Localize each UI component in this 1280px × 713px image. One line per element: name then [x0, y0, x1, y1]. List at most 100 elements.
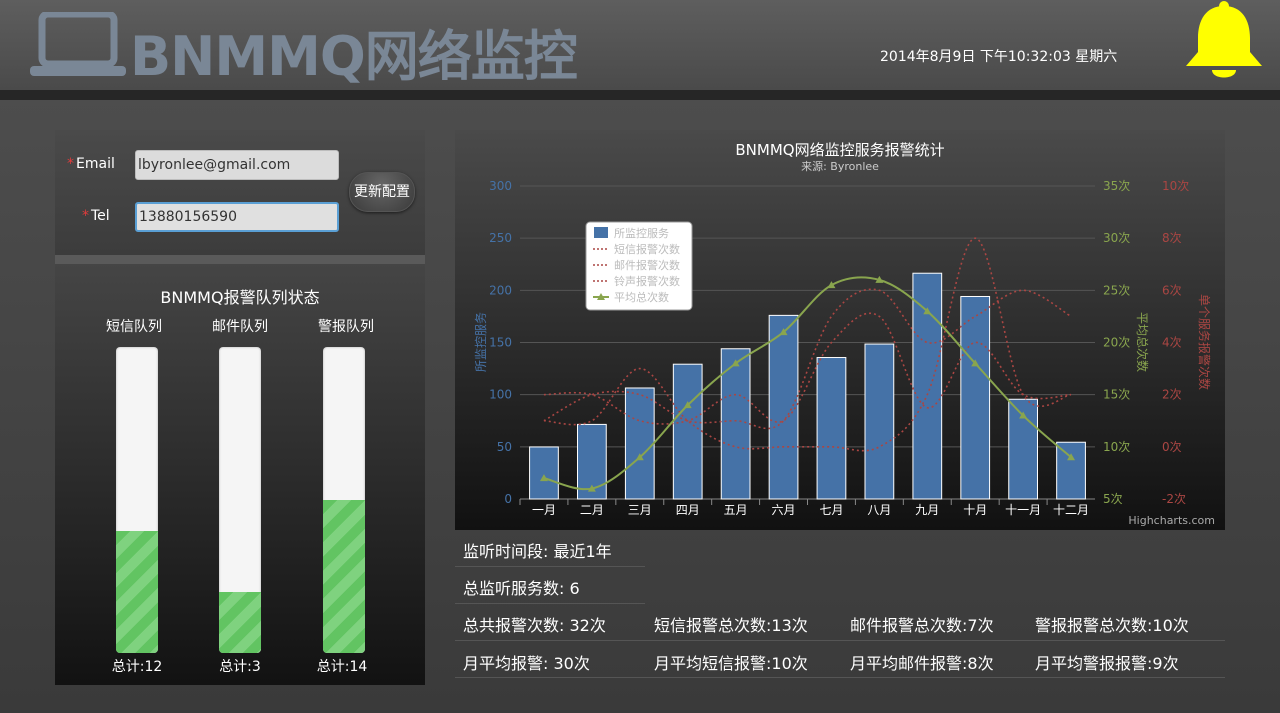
tel-label-text: Tel: [91, 208, 110, 224]
stat-period: 监听时间段: 最近1年: [463, 542, 612, 561]
green-axis-tick: 35次: [1103, 179, 1130, 193]
left-axis-tick: 200: [489, 283, 512, 297]
bell-icon[interactable]: [1182, 0, 1262, 82]
x-axis-tick: 七月: [819, 503, 843, 517]
chart-bar: [864, 343, 895, 500]
datetime-display: 2014年8月9日 下午10:32:03 星期六: [880, 49, 1118, 65]
email-label-text: Email: [76, 156, 115, 172]
green-axis-tick: 25次: [1103, 283, 1130, 297]
queue-total-mail: 总计:3: [219, 659, 261, 675]
x-axis-tick: 九月: [915, 503, 939, 517]
queue-panel-title: BNMMQ报警队列状态: [160, 288, 320, 307]
left-axis-tick: 100: [489, 388, 512, 402]
chart-canvas: 0 50 100 150 200 250 300 5次 10次 15次 20次 25次 30次 35次 -2…: [473, 141, 1215, 527]
queue-total-alarm: 总计:14: [316, 659, 368, 675]
queue-label-sms: 短信队列: [106, 319, 162, 335]
update-config-button[interactable]: 更新配置: [349, 172, 415, 212]
legend-label-sms: 短信报警次数: [614, 242, 680, 256]
stat-monthly-avg: 月平均报警: 30次: [463, 654, 590, 673]
stat-divider: [455, 566, 645, 567]
legend-label-bell: 铃声报警次数: [614, 274, 680, 288]
panel-divider: [55, 255, 425, 264]
chart-bar: [529, 446, 559, 500]
x-axis-tick: 六月: [772, 503, 796, 517]
stat-divider: [455, 640, 1225, 641]
legend-label-mail: 邮件报警次数: [614, 258, 680, 272]
stat-monthly-mail: 月平均邮件报警:8次: [850, 654, 994, 673]
legend-item-services[interactable]: 所监控服务: [594, 226, 669, 240]
red-axis-tick: 8次: [1162, 231, 1182, 245]
laptop-icon: [30, 12, 126, 76]
left-axis-tick: 0: [504, 492, 512, 506]
x-axis-tick: 十一月: [1005, 503, 1041, 517]
legend-swatch-services: [594, 227, 608, 238]
left-axis-label: 所监控服务: [473, 312, 488, 372]
queue-gauge-mail: [219, 347, 261, 653]
queue-fill-sms: [116, 530, 158, 653]
config-panel: *Email *Tel 更新配置: [55, 130, 425, 255]
green-axis-label: 平均总次数: [1135, 312, 1150, 372]
required-mark: *: [67, 156, 74, 172]
x-axis-tick: 十月: [963, 503, 987, 517]
left-axis-tick: 150: [489, 336, 512, 350]
app-title: BNMMQ网络监控: [130, 25, 578, 88]
email-field[interactable]: [135, 150, 339, 180]
red-axis-tick: 4次: [1162, 336, 1182, 350]
stat-service-count: 总监听服务数: 6: [463, 579, 580, 598]
red-axis-tick: 2次: [1162, 388, 1182, 402]
legend-label-average: 平均总次数: [614, 290, 669, 304]
left-axis-tick: 250: [489, 231, 512, 245]
alarm-statistics-chart: 0 50 100 150 200 250 300 5次 10次 15次 20次 25次 30次 35次 -2…: [455, 130, 1225, 530]
chart-title: BNMMQ网络监控服务报警统计: [735, 141, 944, 159]
chart-legend: 所监控服务 短信报警次数 邮件报警次数 铃声报警次数 平均总次数: [585, 221, 693, 311]
x-axis-tick: 五月: [724, 503, 748, 517]
red-axis-label: 单个服务报警次数: [1197, 294, 1212, 390]
stat-total-sms: 短信报警总次数:13次: [654, 616, 808, 635]
queue-fill-mail: [219, 591, 261, 653]
tel-field[interactable]: [135, 202, 339, 232]
red-axis-tick: 6次: [1162, 283, 1182, 297]
queue-gauge-alarm: [323, 347, 365, 653]
chart-bar: [672, 363, 703, 500]
queue-status-panel: BNMMQ报警队列状态 短信队列 总计:12 邮件队列 总计:3 警报队列 总计…: [55, 264, 425, 685]
chart-subtitle: 来源: Byronlee: [801, 159, 879, 173]
chart-bar: [960, 295, 991, 500]
x-axis-tick: 四月: [676, 503, 700, 517]
red-axis-tick: -2次: [1162, 492, 1186, 506]
left-axis-tick: 300: [489, 179, 512, 193]
left-axis-tick: 50: [497, 440, 512, 454]
stat-total-alarm: 警报报警总次数:10次: [1035, 616, 1189, 635]
queue-gauge-sms: [116, 347, 158, 653]
stat-divider: [455, 603, 645, 604]
chart-bar: [1056, 441, 1086, 500]
x-axis-tick: 八月: [867, 503, 891, 517]
x-axis-tick: 十二月: [1053, 503, 1089, 517]
queue-label-mail: 邮件队列: [212, 319, 268, 335]
chart-bar: [912, 272, 943, 500]
header-bar: BNMMQ网络监控 2014年8月9日 下午10:32:03 星期六: [0, 0, 1280, 90]
chart-line-dotted: [543, 312, 1072, 425]
chart-bar: [768, 314, 799, 500]
red-axis-tick: 10次: [1162, 179, 1189, 193]
green-axis-tick: 15次: [1103, 388, 1130, 402]
stat-total-mail: 邮件报警总次数:7次: [850, 616, 994, 635]
stat-monthly-sms: 月平均短信报警:10次: [654, 654, 808, 673]
x-axis-tick: 三月: [628, 503, 652, 517]
stat-divider: [455, 677, 1225, 678]
header-divider: [0, 90, 1280, 100]
chart-credits[interactable]: Highcharts.com: [1128, 514, 1215, 527]
stat-total-alarms: 总共报警次数: 32次: [463, 616, 606, 635]
green-axis-tick: 5次: [1103, 492, 1123, 506]
green-axis-tick: 10次: [1103, 440, 1130, 454]
legend-label-services: 所监控服务: [614, 226, 669, 240]
green-axis-tick: 30次: [1103, 231, 1130, 245]
tel-label: * Tel: [82, 208, 110, 224]
x-axis-tick: 一月: [532, 503, 556, 517]
chart-bar: [624, 387, 655, 500]
queue-label-alarm: 警报队列: [318, 319, 374, 335]
green-axis-tick: 20次: [1103, 336, 1130, 350]
queue-total-sms: 总计:12: [111, 659, 163, 675]
queue-fill-alarm: [323, 500, 365, 653]
stat-monthly-alarm: 月平均警报报警:9次: [1035, 654, 1179, 673]
x-axis-tick: 二月: [580, 503, 604, 517]
